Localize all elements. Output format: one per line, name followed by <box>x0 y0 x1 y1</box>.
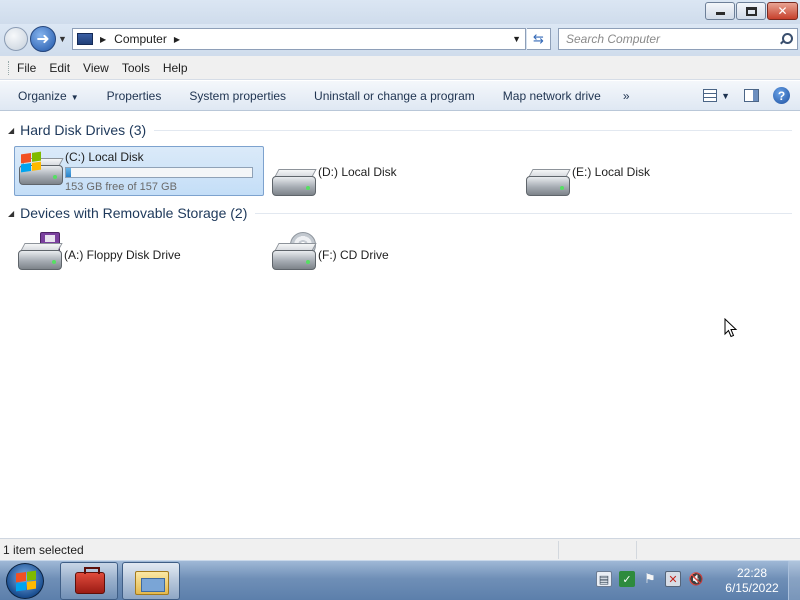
breadcrumb-chevron-icon[interactable]: ▶ <box>100 35 106 44</box>
drive-name: (E:) Local Disk <box>572 165 651 179</box>
recent-pages-dropdown[interactable]: ▼ <box>58 34 67 44</box>
group-title: Hard Disk Drives (3) <box>20 122 147 138</box>
address-dropdown-icon[interactable]: ▼ <box>512 34 521 44</box>
minimize-icon <box>715 12 725 15</box>
minimize-button[interactable] <box>705 2 735 20</box>
map-network-drive-button[interactable]: Map network drive <box>489 89 615 103</box>
refresh-icon: ⇆ <box>533 31 544 46</box>
maximize-icon <box>745 6 757 16</box>
menu-tools[interactable]: Tools <box>122 61 150 75</box>
computer-icon <box>77 33 93 45</box>
action-center-flag-icon[interactable]: ⚑ <box>642 571 658 587</box>
volume-muted-icon[interactable]: 🔇 <box>688 571 704 587</box>
system-properties-button[interactable]: System properties <box>175 89 300 103</box>
organize-label: Organize <box>18 88 67 103</box>
taskbar-app-explorer[interactable] <box>122 562 180 600</box>
drive-free-space: 153 GB free of 157 GB <box>65 181 177 193</box>
view-options-dropdown[interactable]: ▼ <box>721 91 730 101</box>
drive-tile-c[interactable]: (C:) Local Disk 153 GB free of 157 GB <box>14 146 264 196</box>
breadcrumb-chevron-icon[interactable]: ▶ <box>174 35 180 44</box>
status-text: 1 item selected <box>3 542 84 557</box>
change-view-icon[interactable] <box>703 89 718 102</box>
navigation-bar: ➜ ▼ ▶ Computer ▶ ▼ ⇆ Search Computer <box>0 24 800 56</box>
menu-help[interactable]: Help <box>163 61 188 75</box>
close-button[interactable]: ✕ <box>767 2 798 20</box>
status-bar: 1 item selected <box>0 538 800 560</box>
group-title: Devices with Removable Storage (2) <box>20 205 248 221</box>
system-tray: ▤ ✓ ⚑ ✕ 🔇 <box>596 571 704 587</box>
clock-date: 6/15/2022 <box>725 581 779 595</box>
chevron-down-icon: ▼ <box>70 92 79 102</box>
drive-name: (A:) Floppy Disk Drive <box>64 248 181 262</box>
status-divider <box>636 541 637 559</box>
security-shield-icon[interactable]: ✓ <box>619 571 635 587</box>
status-divider <box>558 541 559 559</box>
windows-drive-icon <box>15 147 65 191</box>
group-header-hard-disks[interactable]: ◢ Hard Disk Drives (3) <box>8 122 792 138</box>
window-controls: ✕ <box>705 2 798 20</box>
cd-drive-icon <box>268 232 318 276</box>
show-desktop-button[interactable] <box>788 561 800 600</box>
floppy-drive-icon <box>14 232 64 276</box>
breadcrumb-computer[interactable]: Computer <box>114 32 167 46</box>
mouse-cursor-icon <box>724 318 738 338</box>
drive-tile-a[interactable]: (A:) Floppy Disk Drive <box>14 232 244 282</box>
drive-name: (C:) Local Disk <box>65 150 144 164</box>
file-list-area: ◢ Hard Disk Drives (3) (C:) Local Disk 1… <box>0 112 800 538</box>
collapse-triangle-icon[interactable]: ◢ <box>8 209 14 218</box>
back-button[interactable] <box>4 27 28 51</box>
help-icon[interactable]: ? <box>773 87 790 104</box>
folder-icon <box>135 571 169 595</box>
properties-button[interactable]: Properties <box>93 89 176 103</box>
drive-name: (D:) Local Disk <box>318 165 397 179</box>
windows-logo-icon <box>21 151 41 173</box>
hard-drive-icon <box>522 158 572 202</box>
hard-drive-icon <box>268 158 318 202</box>
drive-usage-fill <box>66 168 71 177</box>
search-box[interactable]: Search Computer <box>558 28 798 50</box>
search-input[interactable]: Search Computer <box>566 32 779 46</box>
forward-button[interactable]: ➜ <box>30 26 56 52</box>
menu-view[interactable]: View <box>83 61 109 75</box>
maximize-button[interactable] <box>736 2 766 20</box>
menu-edit[interactable]: Edit <box>49 61 70 75</box>
drive-tile-f[interactable]: (F:) CD Drive <box>268 232 468 282</box>
forward-arrow-icon: ➜ <box>36 31 50 48</box>
notes-icon[interactable]: ▤ <box>596 571 612 587</box>
menu-file[interactable]: File <box>17 61 36 75</box>
drive-tile-e[interactable]: (E:) Local Disk <box>522 158 722 208</box>
refresh-button[interactable]: ⇆ <box>527 28 551 50</box>
taskbar: ▤ ✓ ⚑ ✕ 🔇 22:28 6/15/2022 <box>0 560 800 600</box>
menu-grip <box>8 60 11 75</box>
view-controls: ▼ ? <box>703 87 790 104</box>
close-icon: ✕ <box>777 4 788 18</box>
drive-usage-bar <box>65 167 253 178</box>
group-divider <box>255 212 792 214</box>
clock[interactable]: 22:28 6/15/2022 <box>722 566 782 596</box>
command-bar: Organize ▼ Properties System properties U… <box>0 81 800 111</box>
uninstall-program-button[interactable]: Uninstall or change a program <box>300 89 489 103</box>
network-icon[interactable]: ✕ <box>665 571 681 587</box>
group-header-removable[interactable]: ◢ Devices with Removable Storage (2) <box>8 205 792 221</box>
preview-pane-icon[interactable] <box>744 89 759 102</box>
group-divider <box>154 129 792 131</box>
clock-time: 22:28 <box>736 566 768 580</box>
taskbar-app-toolbox[interactable] <box>60 562 118 600</box>
drive-name: (F:) CD Drive <box>318 248 389 262</box>
collapse-triangle-icon[interactable]: ◢ <box>8 126 14 135</box>
search-icon[interactable] <box>779 32 797 46</box>
drive-tile-d[interactable]: (D:) Local Disk <box>268 158 468 208</box>
windows-logo-icon <box>16 570 36 592</box>
more-commands-button[interactable]: » <box>615 89 638 103</box>
title-bar: ✕ <box>0 0 800 24</box>
menu-bar: File Edit View Tools Help <box>0 56 800 80</box>
address-bar[interactable]: ▶ Computer ▶ ▼ <box>72 28 526 50</box>
toolbox-icon <box>75 567 105 594</box>
organize-button[interactable]: Organize ▼ <box>0 89 93 103</box>
start-button[interactable] <box>6 563 44 599</box>
